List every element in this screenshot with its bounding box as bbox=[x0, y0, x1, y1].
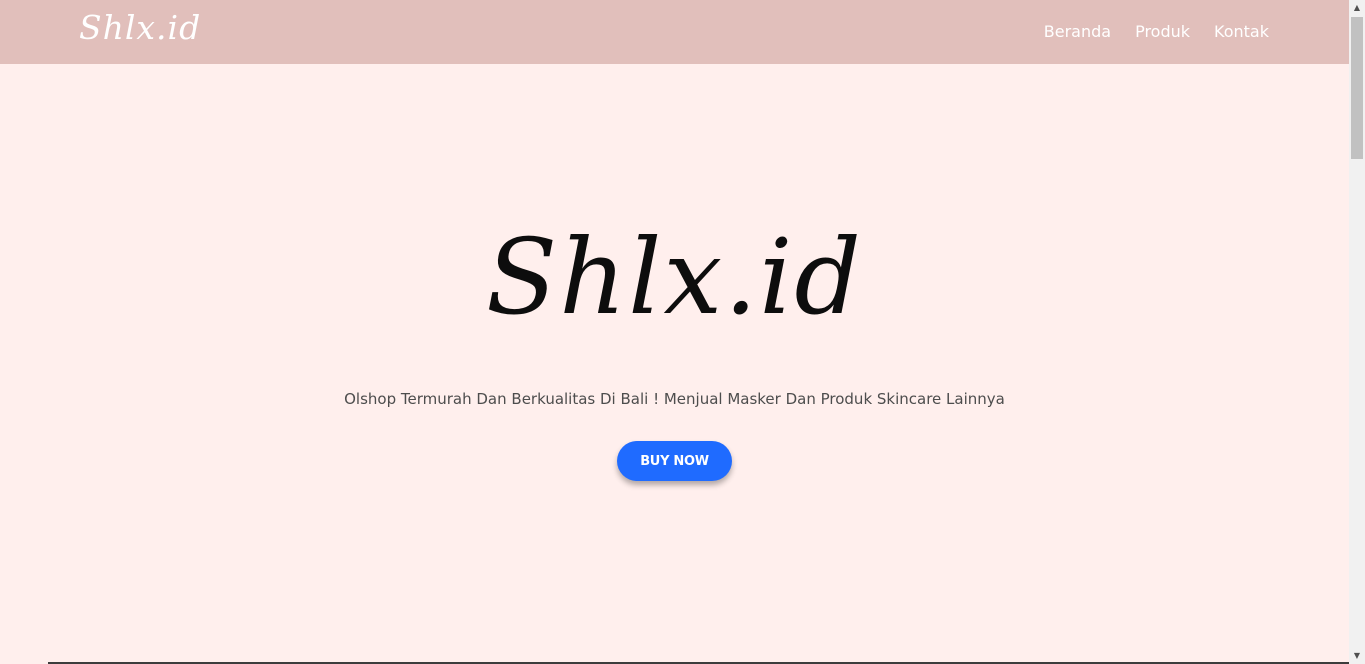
scrollbar-thumb[interactable] bbox=[1351, 17, 1363, 159]
hero-title: Shlx.id bbox=[485, 216, 864, 338]
nav-menu: Beranda Produk Kontak bbox=[1044, 21, 1269, 43]
hero-section: Shlx.id Olshop Termurah Dan Berkualitas … bbox=[0, 64, 1349, 664]
vertical-scrollbar[interactable]: ▲ ▼ bbox=[1349, 0, 1365, 664]
nav-link-kontak[interactable]: Kontak bbox=[1214, 21, 1269, 43]
hero-tagline: Olshop Termurah Dan Berkualitas Di Bali … bbox=[344, 390, 1005, 408]
nav-link-produk[interactable]: Produk bbox=[1135, 21, 1190, 43]
page: Shlx.id Beranda Produk Kontak Shlx.id Ol… bbox=[0, 0, 1365, 664]
navbar: Shlx.id Beranda Produk Kontak bbox=[0, 0, 1349, 64]
chevron-down-icon[interactable]: ▼ bbox=[1349, 648, 1365, 664]
nav-link-beranda[interactable]: Beranda bbox=[1044, 21, 1111, 43]
buy-now-button[interactable]: BUY NOW bbox=[617, 441, 732, 481]
chevron-up-icon[interactable]: ▲ bbox=[1349, 0, 1365, 16]
brand-logo[interactable]: Shlx.id bbox=[79, 6, 201, 50]
